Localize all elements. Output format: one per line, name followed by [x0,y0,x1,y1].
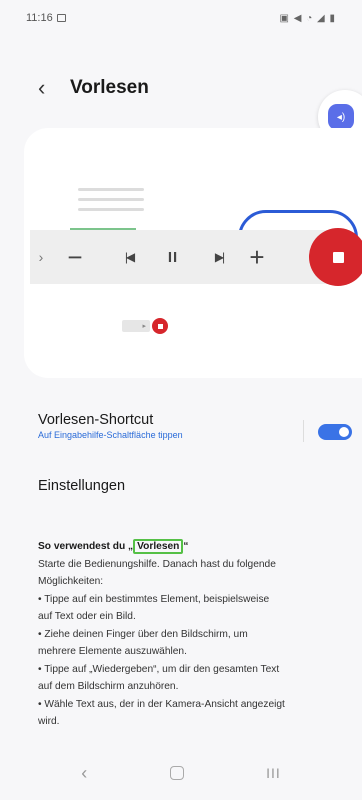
doc-line [78,198,144,201]
shortcut-subtitle: Auf Eingabehilfe-Schaltfläche tippen [38,430,183,440]
howto-line: • Tippe auf ein bestimmtes Element, beis… [38,593,270,605]
nav-recent-apps-button[interactable]: III [266,765,281,781]
shortcut-row[interactable]: Vorlesen-Shortcut Auf Eingabehilfe-Schal… [0,412,362,440]
shortcut-toggle[interactable] [318,424,352,440]
howto-line: auf dem Bildschirm anzuhören. [38,681,179,692]
stop-button[interactable] [309,228,362,286]
doc-line [78,208,144,211]
navigation-bar: ‹ III [0,758,362,788]
mini-bar: ▸ [122,320,150,332]
speed-up-button[interactable]: + [246,244,268,270]
howto-title-suffix: “ [183,541,189,552]
app-header: ‹ Vorlesen [0,68,362,108]
howto-line: • Wähle Text aus, der in der Kamera-Ansi… [38,698,285,710]
howto-title: So verwendest du „ Vorlesen “ [38,538,358,556]
shortcut-title: Vorlesen-Shortcut [38,412,154,428]
toggle-knob [337,425,351,439]
status-left: 11:16 [26,12,66,24]
status-bar: 11:16 ▣ ◀ ◔ ◢ ▮ [0,0,362,36]
howto-title-highlight: Vorlesen [133,539,184,554]
howto-line: • Ziehe deinen Finger über den Bildschir… [38,628,248,640]
previous-button[interactable]: |◀ [118,250,140,264]
speaker-icon: ◂) [328,104,354,130]
stop-icon [332,251,344,263]
mini-player-illustration: ▸ [122,317,180,335]
settings-row[interactable]: Einstellungen [0,478,362,494]
calendar-icon [56,14,66,22]
howto-line: • Tippe auf „Wiedergeben“, um dir den ge… [38,663,280,675]
row-divider [303,420,304,442]
chevron-right-icon[interactable]: › [30,249,52,265]
status-time: 11:16 [26,12,53,24]
settings-title: Einstellungen [38,478,126,494]
howto-title-prefix: So verwendest du „ [38,541,134,552]
pause-button[interactable]: II [162,249,184,266]
howto-line: Starte die Bedienungshilfe. Danach hast … [38,558,276,570]
next-button[interactable]: ▶| [208,250,230,264]
doc-line [78,188,144,191]
nav-back-button[interactable]: ‹ [81,763,87,784]
back-button[interactable]: ‹ [38,77,60,99]
status-icons: ▣ ◀ ◔ ◢ ▮ [279,12,336,24]
mini-stop-icon [152,318,168,334]
howto-line: wird. [38,716,60,727]
howto-line: mehrere Elemente auszuwählen. [38,646,187,657]
speed-down-button[interactable]: − [64,244,86,270]
page-title: Vorlesen [70,77,149,98]
mini-stop-square [157,323,163,329]
howto-line: auf Text oder ein Bild. [38,611,136,622]
nav-home-button[interactable] [169,766,184,780]
howto-line: Möglichkeiten: [38,576,104,587]
howto-section: So verwendest du „ Vorlesen “ Starte die B… [38,538,358,731]
player-bar: › − |◀ II ▶| + [30,230,350,284]
